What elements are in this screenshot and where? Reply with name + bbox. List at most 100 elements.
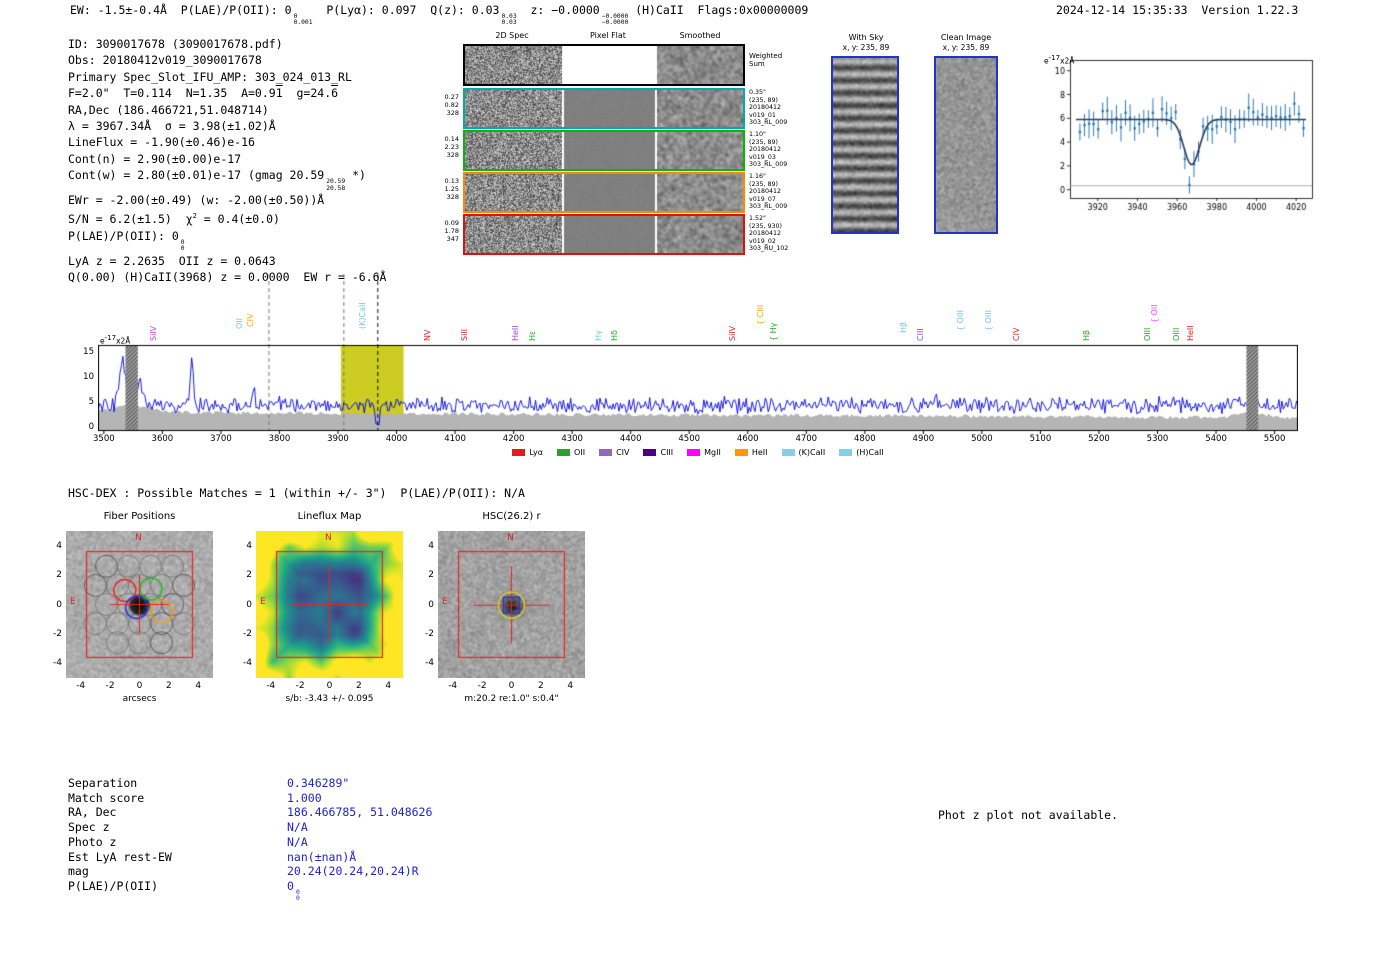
line-label-Hε: Hε <box>528 330 537 341</box>
legend-swatch <box>687 449 701 456</box>
main-xtick: 5500 <box>1263 434 1286 444</box>
legend-label: (H)CaII <box>856 448 884 457</box>
spec2d-weighted-row-frame <box>463 44 745 86</box>
legend-swatch <box>643 449 657 456</box>
fiber-xlabel: arcsecs <box>122 694 157 704</box>
match-value: 20.24(20.24,20.24)R <box>287 864 419 879</box>
cutout-xtick: 0 <box>508 681 515 691</box>
cutout-ytick: 4 <box>428 540 434 551</box>
spec2d-fiber-canvas <box>465 90 743 127</box>
info-line-0: ID: 3090017678 (3090017678.pdf) <box>68 37 283 51</box>
cutout-ytick: -2 <box>243 628 252 639</box>
photz-note: Phot z plot not available. <box>938 808 1119 822</box>
weighted-sum-label: Weighted Sum <box>749 52 782 68</box>
line-label-OIII: OIII <box>1172 327 1182 341</box>
main-xtick: 3500 <box>93 434 115 444</box>
legend-swatch <box>781 449 795 456</box>
line-label-OIII: { OIII <box>955 309 965 331</box>
info-line-2: Primary Spec_Slot_IFU_AMP: 303_024_013_R… <box>68 69 352 84</box>
weighted-sum-line1: Weighted <box>749 52 783 60</box>
sup-sub-stack: 00 <box>295 888 300 903</box>
spec2d-header-pixelflat: Pixel Flat <box>590 31 626 40</box>
main-spectrum-unit-label: e-17x2Å <box>100 334 131 346</box>
cutout-xtick: 4 <box>195 681 202 691</box>
weighted-sum-line2: Sum <box>749 60 765 68</box>
line-label-Hβ: Hβ <box>898 321 908 333</box>
sup-sub-stack: −0.0000 −0.0000 <box>601 13 629 27</box>
fiber-positions-title: Fiber Positions <box>103 511 176 522</box>
cutout-xtick: 4 <box>385 681 392 691</box>
cutout-ytick: 4 <box>246 540 252 551</box>
fiber-east-label: E <box>70 597 76 607</box>
main-xtick: 4200 <box>502 434 525 444</box>
line-label-SiIV: SiIV <box>148 325 158 341</box>
sup-sub-stack: 00 <box>180 238 185 253</box>
fiber-positions-canvas <box>66 531 213 678</box>
info-line-6: LineFlux = -1.90(±0.46)e-16 <box>68 135 255 150</box>
cutout-xtick: 0 <box>136 681 143 691</box>
clean-image-frame <box>934 56 998 234</box>
info-line-5: λ = 3967.34Å σ = 3.98(±1.02)Å <box>68 119 276 134</box>
cutout-xtick: -4 <box>448 681 458 691</box>
line-label-HeII: HeII <box>1185 325 1195 341</box>
lineflux-map-canvas <box>256 531 403 678</box>
main-xtick: 5200 <box>1088 434 1110 444</box>
main-xtick: 4700 <box>795 434 818 444</box>
line-label-CIII: CIII <box>915 328 925 341</box>
legend-item: (H)CaII <box>839 448 884 457</box>
legend-item: OII <box>557 448 585 457</box>
line-label-Hδ: Hδ <box>609 330 619 341</box>
cutout-xtick: -2 <box>477 681 487 691</box>
fiber-row-annotation: 1.52" (235, 930) 20180412 v019_02 303_RU_102 <box>749 215 789 253</box>
main-xtick: 4500 <box>678 434 701 444</box>
line-label-CIV: CIV <box>1012 327 1022 341</box>
cutout-xtick: -4 <box>76 681 86 691</box>
cutout-ytick: 0 <box>428 599 434 610</box>
sup-sub-stack: 0.03 0.03 <box>501 13 517 27</box>
spec2d-fiber-canvas <box>465 174 743 211</box>
fiber-row-weights: 0.09 1.78 347 <box>444 219 459 243</box>
main-xtick: 3900 <box>327 434 349 444</box>
cutout-xtick: 2 <box>356 681 362 691</box>
main-ytick: 5 <box>88 396 94 407</box>
legend-label: MgII <box>704 448 721 457</box>
line-label-NV: NV <box>423 329 433 341</box>
legend-swatch <box>734 449 748 456</box>
header-summary: EW: -1.5±-0.4Å P(LAE)/P(OII): 0 0 0.001 P(… <box>70 3 809 27</box>
match-value: 186.466785, 51.048626 <box>287 805 433 820</box>
spec2d-fiber-row-frame <box>463 130 745 171</box>
fiber-row-annotation: 1.10" (235, 89) 20180412 v019_03 303_RL_009 <box>749 131 788 169</box>
main-ytick: 15 <box>83 347 94 358</box>
legend-item: Lyα <box>512 448 543 457</box>
main-xtick: 4600 <box>736 434 759 444</box>
main-xtick: 5300 <box>1146 434 1169 444</box>
line-label-SiII: SiII <box>460 328 470 341</box>
main-ytick: 0 <box>88 421 94 432</box>
main-xtick: 4800 <box>854 434 876 444</box>
detection-info-block: ID: 3090017678 (3090017678.pdf) Obs: 2018… <box>68 36 387 285</box>
sup-sub-stack: 20.59 20.58 <box>326 178 346 192</box>
lineflux-east-label: E <box>260 597 266 607</box>
legend-swatch <box>839 449 853 456</box>
elixer-report-page: EW: -1.5±-0.4Å P(LAE)/P(OII): 0 0 0.001 P(… <box>0 0 1400 953</box>
cutout-xtick: 0 <box>326 681 333 691</box>
line-legend: Lyα OII CIV CIII MgII HeII (K)CaII (H)CaII <box>98 448 1298 457</box>
spec2d-fiber-row-frame <box>463 172 745 213</box>
hsc-dex-line: HSC-DEX : Possible Matches = 1 (within +… <box>68 486 525 500</box>
cutout-ytick: 4 <box>56 540 62 551</box>
line-label-SiIV: SiIV <box>727 325 737 341</box>
hsc-north-label: N <box>507 533 514 543</box>
with-sky-frame <box>831 56 899 234</box>
info-line-12: LyA z = 2.2635 OII z = 0.0643 <box>68 253 276 268</box>
spec2d-fiber-row-frame <box>463 214 745 255</box>
spec2d-weighted-canvas <box>465 46 743 84</box>
legend-label: (K)CaII <box>798 448 826 457</box>
info-line-4: RA,Dec (186.466721,51.048714) <box>68 102 269 117</box>
main-xtick: 3800 <box>268 434 291 444</box>
main-spectrum-canvas <box>98 268 1298 434</box>
cutout-xtick: 4 <box>567 681 574 691</box>
info-line-10: S/N = 6.2(±1.5) χ2 = 0.4(±0.0) <box>68 212 280 227</box>
legend-label: CIV <box>616 448 630 457</box>
main-xtick: 3600 <box>151 434 174 444</box>
main-xtick: 5400 <box>1205 434 1227 444</box>
